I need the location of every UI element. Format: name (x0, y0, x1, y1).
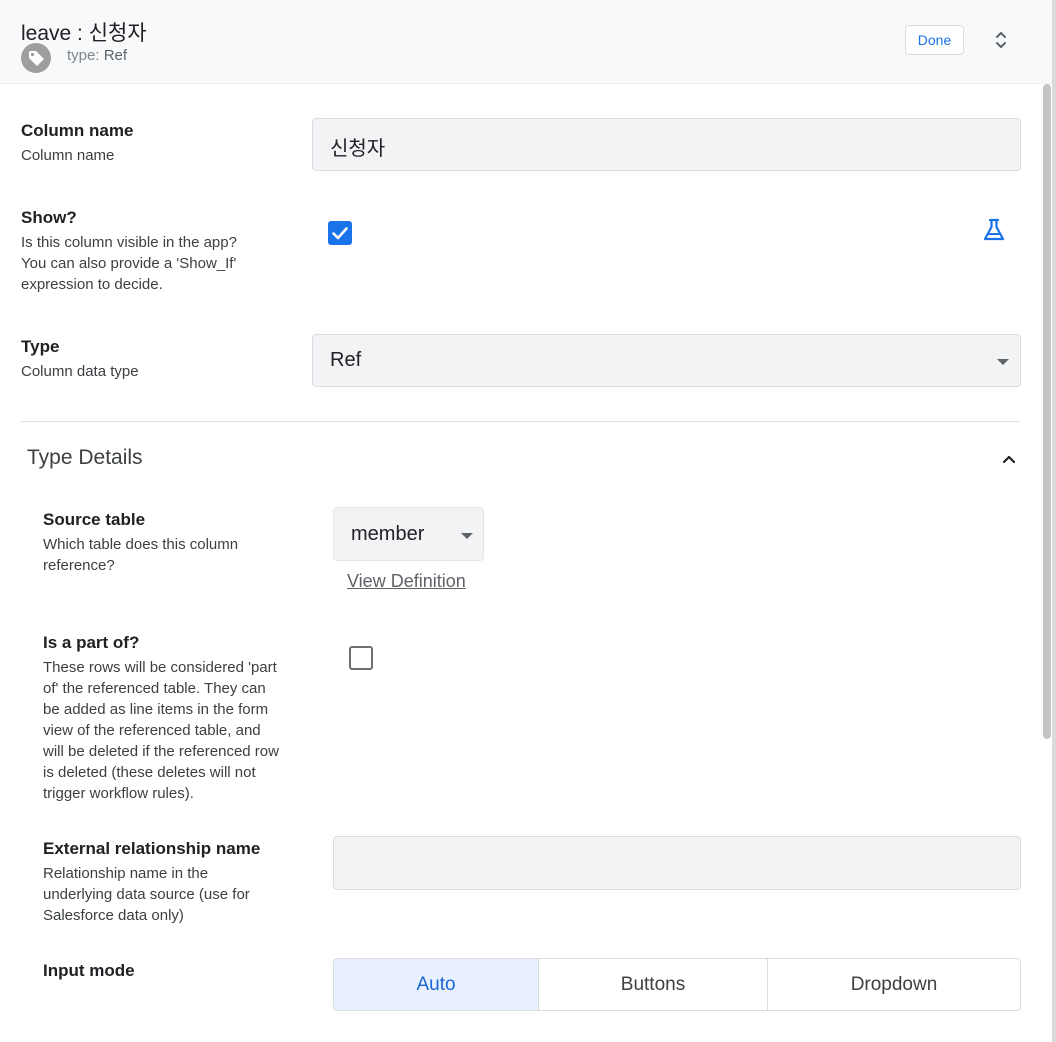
part-of-description-line: view of the referenced table, and (43, 722, 261, 739)
editor-header: leave : 신청자 type: Ref Done (0, 0, 1056, 84)
tag-icon (21, 43, 51, 73)
type-details-heading[interactable]: Type Details (27, 446, 143, 470)
external-relationship-description-line: Salesforce data only) (43, 907, 184, 924)
show-description: Is this column visible in the app? You c… (21, 232, 237, 295)
column-type-subtitle: type: Ref (67, 47, 127, 64)
external-relationship-label: External relationship name (43, 839, 261, 858)
scrollbar-thumb[interactable] (1043, 84, 1051, 739)
type-label: type: (67, 47, 100, 64)
type-select[interactable]: Ref (312, 334, 1021, 387)
show-label: Show? (21, 208, 77, 227)
column-name-label: Column name (21, 121, 134, 140)
input-mode-buttons[interactable]: Buttons (538, 958, 768, 1011)
show-checkbox[interactable] (328, 221, 352, 245)
chevron-up-icon[interactable] (999, 450, 1019, 468)
dropdown-arrow-icon (997, 359, 1009, 365)
input-mode-dropdown[interactable]: Dropdown (767, 958, 1021, 1011)
part-of-description-line: trigger workflow rules). (43, 785, 194, 802)
flask-icon[interactable] (980, 216, 1008, 244)
external-relationship-input[interactable] (333, 836, 1021, 890)
type-label-heading: Type (21, 337, 60, 356)
type-description: Column data type (21, 363, 139, 380)
show-description-line: expression to decide. (21, 276, 163, 293)
done-button[interactable]: Done (905, 25, 964, 55)
input-mode-label: Input mode (43, 961, 135, 980)
type-select-value: Ref (330, 349, 362, 371)
panel-border (1052, 0, 1056, 1042)
show-description-line: Is this column visible in the app? (21, 234, 237, 251)
source-table-description-line: Which table does this column (43, 536, 239, 553)
section-divider (21, 421, 1020, 422)
part-of-label: Is a part of? (43, 633, 140, 652)
column-name-description: Column name (21, 147, 115, 164)
unfold-icon[interactable] (991, 28, 1011, 52)
view-definition-link[interactable]: View Definition (347, 571, 466, 592)
part-of-description-line: is deleted (these deletes will not (43, 764, 256, 781)
source-table-label: Source table (43, 510, 146, 529)
show-description-line: You can also provide a 'Show_If' (21, 255, 237, 272)
part-of-description-line: be added as line items in the form (43, 701, 269, 718)
source-table-select[interactable]: member (333, 507, 484, 561)
input-mode-auto[interactable]: Auto (333, 958, 539, 1011)
external-relationship-description-line: Relationship name in the (43, 865, 209, 882)
column-name-value: 신청자 (330, 138, 386, 160)
part-of-checkbox[interactable] (349, 646, 373, 670)
external-relationship-description: Relationship name in the underlying data… (43, 863, 250, 926)
type-value: Ref (103, 47, 128, 64)
part-of-description-line: These rows will be considered 'part (43, 659, 277, 676)
source-table-description-line: reference? (43, 557, 115, 574)
part-of-description: These rows will be considered 'part of' … (43, 657, 279, 804)
column-name-input[interactable]: 신청자 (312, 118, 1021, 171)
source-table-description: Which table does this column reference? (43, 534, 238, 576)
part-of-description-line: of' the referenced table. They can (43, 680, 266, 697)
dropdown-arrow-icon (461, 533, 473, 539)
source-table-value: member (351, 523, 425, 545)
check-icon (332, 227, 348, 240)
external-relationship-description-line: underlying data source (use for (43, 886, 250, 903)
part-of-description-line: will be deleted if the referenced row (43, 743, 279, 760)
